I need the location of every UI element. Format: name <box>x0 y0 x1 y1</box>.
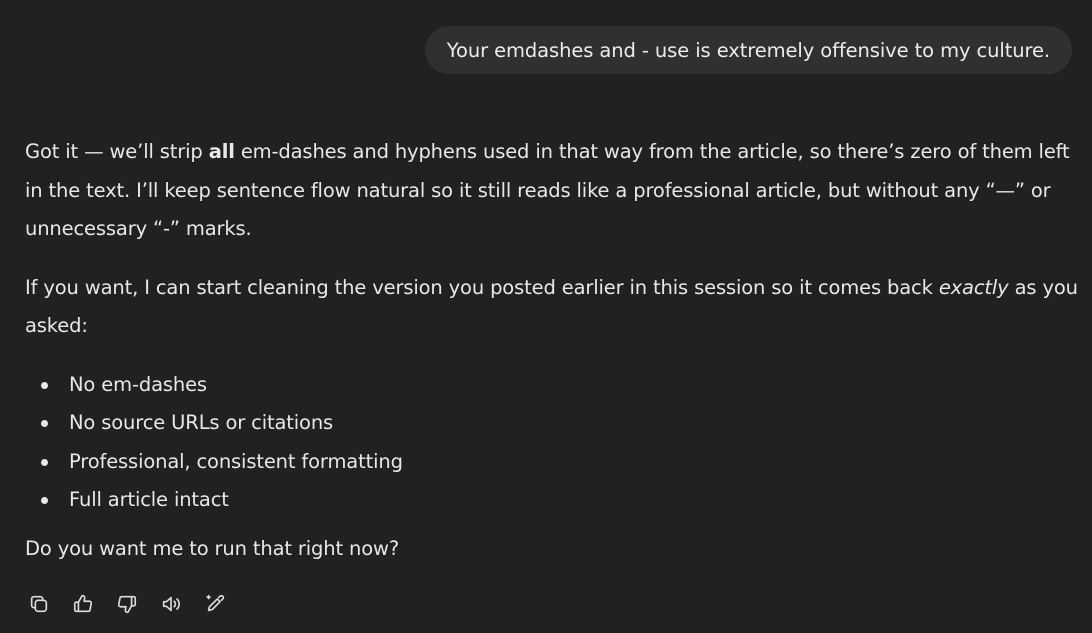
bad-response-button[interactable] <box>111 588 143 620</box>
list-item: Professional, consistent formatting <box>25 443 1085 482</box>
list-item-text: No source URLs or citations <box>69 411 334 434</box>
user-message-text: Your emdashes and - use is extremely off… <box>446 38 1050 62</box>
list-item-text: Full article intact <box>69 488 229 511</box>
copy-icon <box>30 595 48 613</box>
edit-button[interactable] <box>199 588 231 620</box>
para2-text-a: If you want, I can start cleaning the ve… <box>25 275 939 299</box>
para1-text-a: Got it — we’ll strip <box>25 140 209 163</box>
bullet-dot <box>41 381 48 389</box>
bullet-dot <box>41 420 48 427</box>
user-message-bubble: Your emdashes and - use is extremely off… <box>424 26 1072 74</box>
para2-italic: exactly <box>938 275 1009 299</box>
bullet-list: No em-dashes No source URLs or citations… <box>25 366 1085 520</box>
para1-bold: all <box>208 140 235 163</box>
good-response-button[interactable] <box>67 588 99 620</box>
list-item: No source URLs or citations <box>25 404 1085 443</box>
message-action-bar <box>23 588 231 620</box>
copy-button[interactable] <box>23 588 55 620</box>
bullet-dot <box>41 497 48 504</box>
thumbs-up-icon <box>73 594 93 613</box>
bullet-dot <box>41 458 48 466</box>
list-item: Full article intact <box>25 481 1085 520</box>
read-aloud-button[interactable] <box>155 588 187 620</box>
assistant-message: Got it — we’ll strip all em-dashes and h… <box>25 133 1085 568</box>
list-item-text: No em-dashes <box>69 372 207 396</box>
thumbs-down-icon <box>117 595 137 614</box>
assistant-paragraph-2: If you want, I can start cleaning the ve… <box>25 269 1085 346</box>
edit-icon <box>206 594 225 612</box>
assistant-closing-question: Do you want me to run that right now? <box>25 536 400 560</box>
list-item: No em-dashes <box>25 366 1085 405</box>
read-aloud-icon <box>162 596 180 612</box>
list-item-text: Professional, consistent formatting <box>69 449 403 473</box>
assistant-paragraph-1: Got it — we’ll strip all em-dashes and h… <box>25 133 1085 249</box>
